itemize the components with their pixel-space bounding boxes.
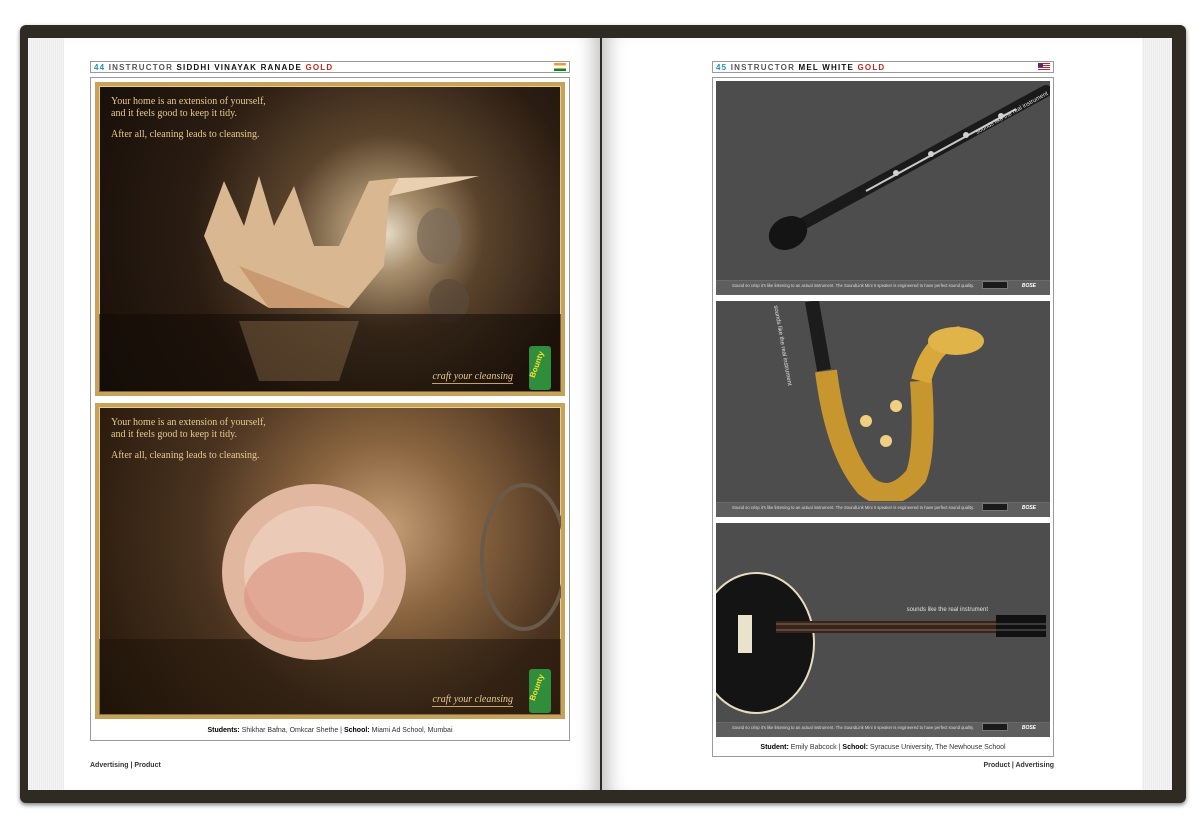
school-label: School:	[343, 727, 370, 734]
students-names: Shikhar Bafna, Omkcar Shethe	[241, 727, 339, 734]
bose-logo: BOSE	[1021, 505, 1036, 511]
instructor-name: MEL WHITE	[798, 63, 855, 72]
left-page-header: 44 INSTRUCTOR SIDDHI VINAYAK RANADE GOLD	[90, 61, 570, 73]
ad-tagline: craft your cleansing	[432, 694, 513, 707]
brand-logo: Bounty	[527, 673, 546, 702]
right-footer: Product | Advertising	[983, 762, 1054, 769]
speaker-icon	[982, 723, 1008, 731]
clarinet-illustration	[768, 85, 1050, 250]
bounty-product: Bounty	[527, 669, 551, 713]
instructor-name: SIDDHI VINAYAK RANADE	[176, 63, 303, 72]
ad-headline: sounds like the real instrument	[906, 607, 988, 613]
student-name: Emily Babcock	[790, 744, 837, 751]
students-label: Students:	[207, 727, 240, 734]
saxophone-illustration	[804, 301, 984, 501]
ad-body-copy: Sound so crisp it's like listening to an…	[732, 505, 975, 510]
ad-saxophone: sounds like the real instrument Sound so…	[716, 301, 1050, 517]
school-name: Syracuse University, The Newhouse School	[870, 744, 1006, 751]
usa-flag-icon	[1038, 63, 1050, 71]
page-number: 45	[716, 63, 728, 72]
right-page: 45 INSTRUCTOR MEL WHITE GOLD sounds like…	[602, 38, 1142, 790]
role-label: INSTRUCTOR	[108, 63, 174, 72]
right-page-header: 45 INSTRUCTOR MEL WHITE GOLD	[712, 61, 1054, 73]
bose-logo: BOSE	[1021, 725, 1036, 731]
bose-logo: BOSE	[1021, 283, 1036, 289]
rose-illustration	[99, 483, 561, 715]
page-number: 44	[94, 63, 106, 72]
credit-separator: |	[340, 727, 342, 734]
student-label: Student:	[760, 744, 789, 751]
left-page: 44 INSTRUCTOR SIDDHI VINAYAK RANADE GOLD…	[64, 38, 600, 790]
ad-clarinet: sounds like the real instrument Sound so…	[716, 81, 1050, 295]
ad-tagline: craft your cleansing	[432, 371, 513, 384]
india-flag-icon	[554, 63, 566, 71]
ad-swan-towel: Your home is an extension of yourself, a…	[95, 82, 565, 396]
speaker-icon	[982, 503, 1008, 511]
brand-logo: Bounty	[527, 350, 546, 379]
role-label: INSTRUCTOR	[730, 63, 796, 72]
guitar-illustration	[716, 572, 1046, 714]
ad-body-copy: Sound so crisp it's like listening to an…	[732, 283, 975, 288]
ad-rose-towel: Your home is an extension of yourself, a…	[95, 403, 565, 719]
school-name: Miami Ad School, Mumbai	[371, 727, 453, 734]
left-credit: Students: Shikhar Bafna, Omkcar Shethe |…	[90, 726, 570, 736]
award-label: GOLD	[305, 63, 334, 72]
speaker-icon	[982, 281, 1008, 289]
swan-illustration	[99, 176, 561, 392]
left-footer: Advertising | Product	[90, 762, 161, 769]
bounty-product: Bounty	[527, 346, 551, 390]
credit-separator: |	[838, 744, 841, 751]
school-label: School:	[842, 744, 869, 751]
award-label: GOLD	[857, 63, 886, 72]
right-credit: Student: Emily Babcock | School: Syracus…	[712, 743, 1054, 753]
ad-guitar: sounds like the real instrument Sound so…	[716, 523, 1050, 737]
ad-body-copy: Sound so crisp it's like listening to an…	[732, 725, 975, 730]
